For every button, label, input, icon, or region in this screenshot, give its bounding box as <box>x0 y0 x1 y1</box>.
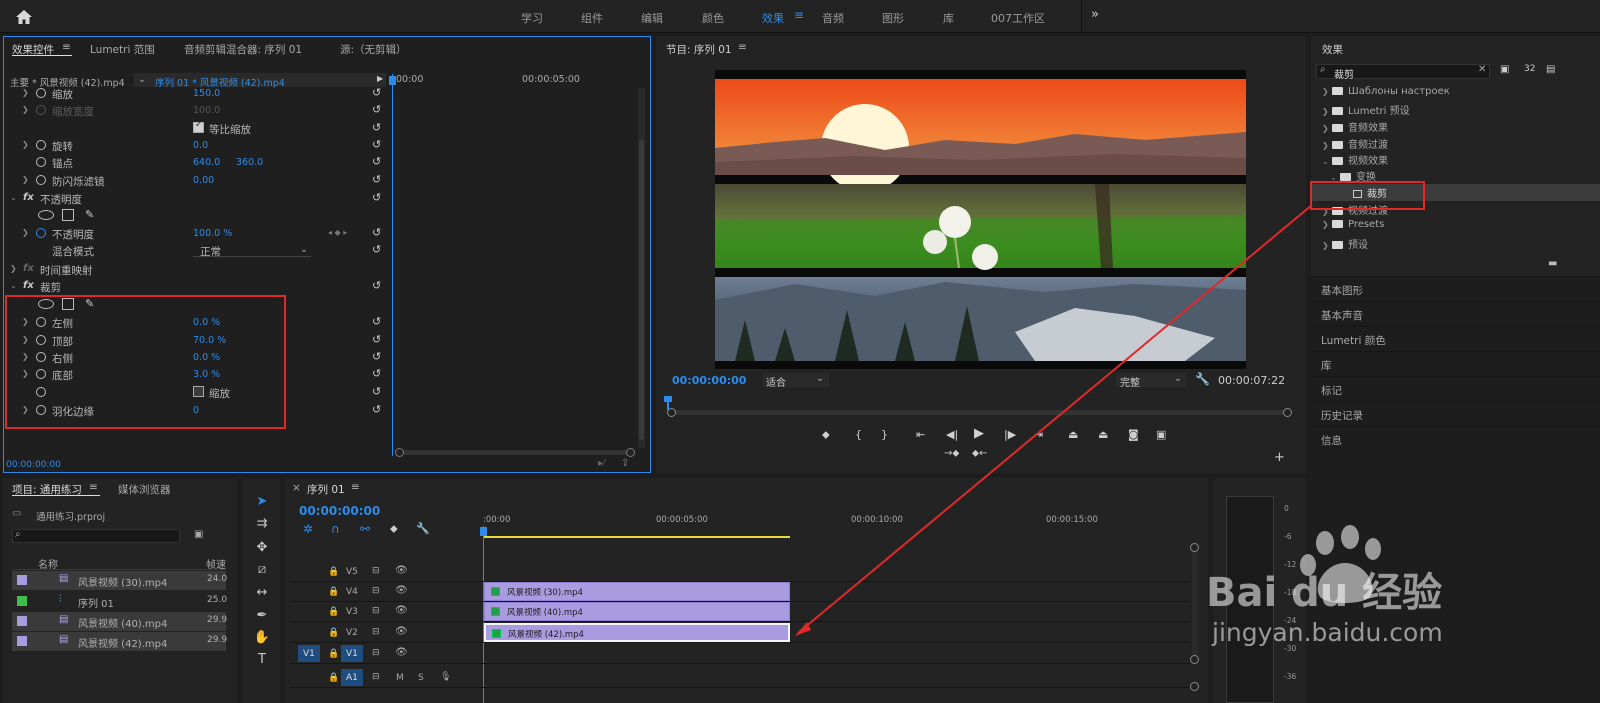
watermark-url: jingyan.baidu.com <box>1212 618 1443 647</box>
watermark-brand: Bai du 经验 <box>1206 570 1443 616</box>
